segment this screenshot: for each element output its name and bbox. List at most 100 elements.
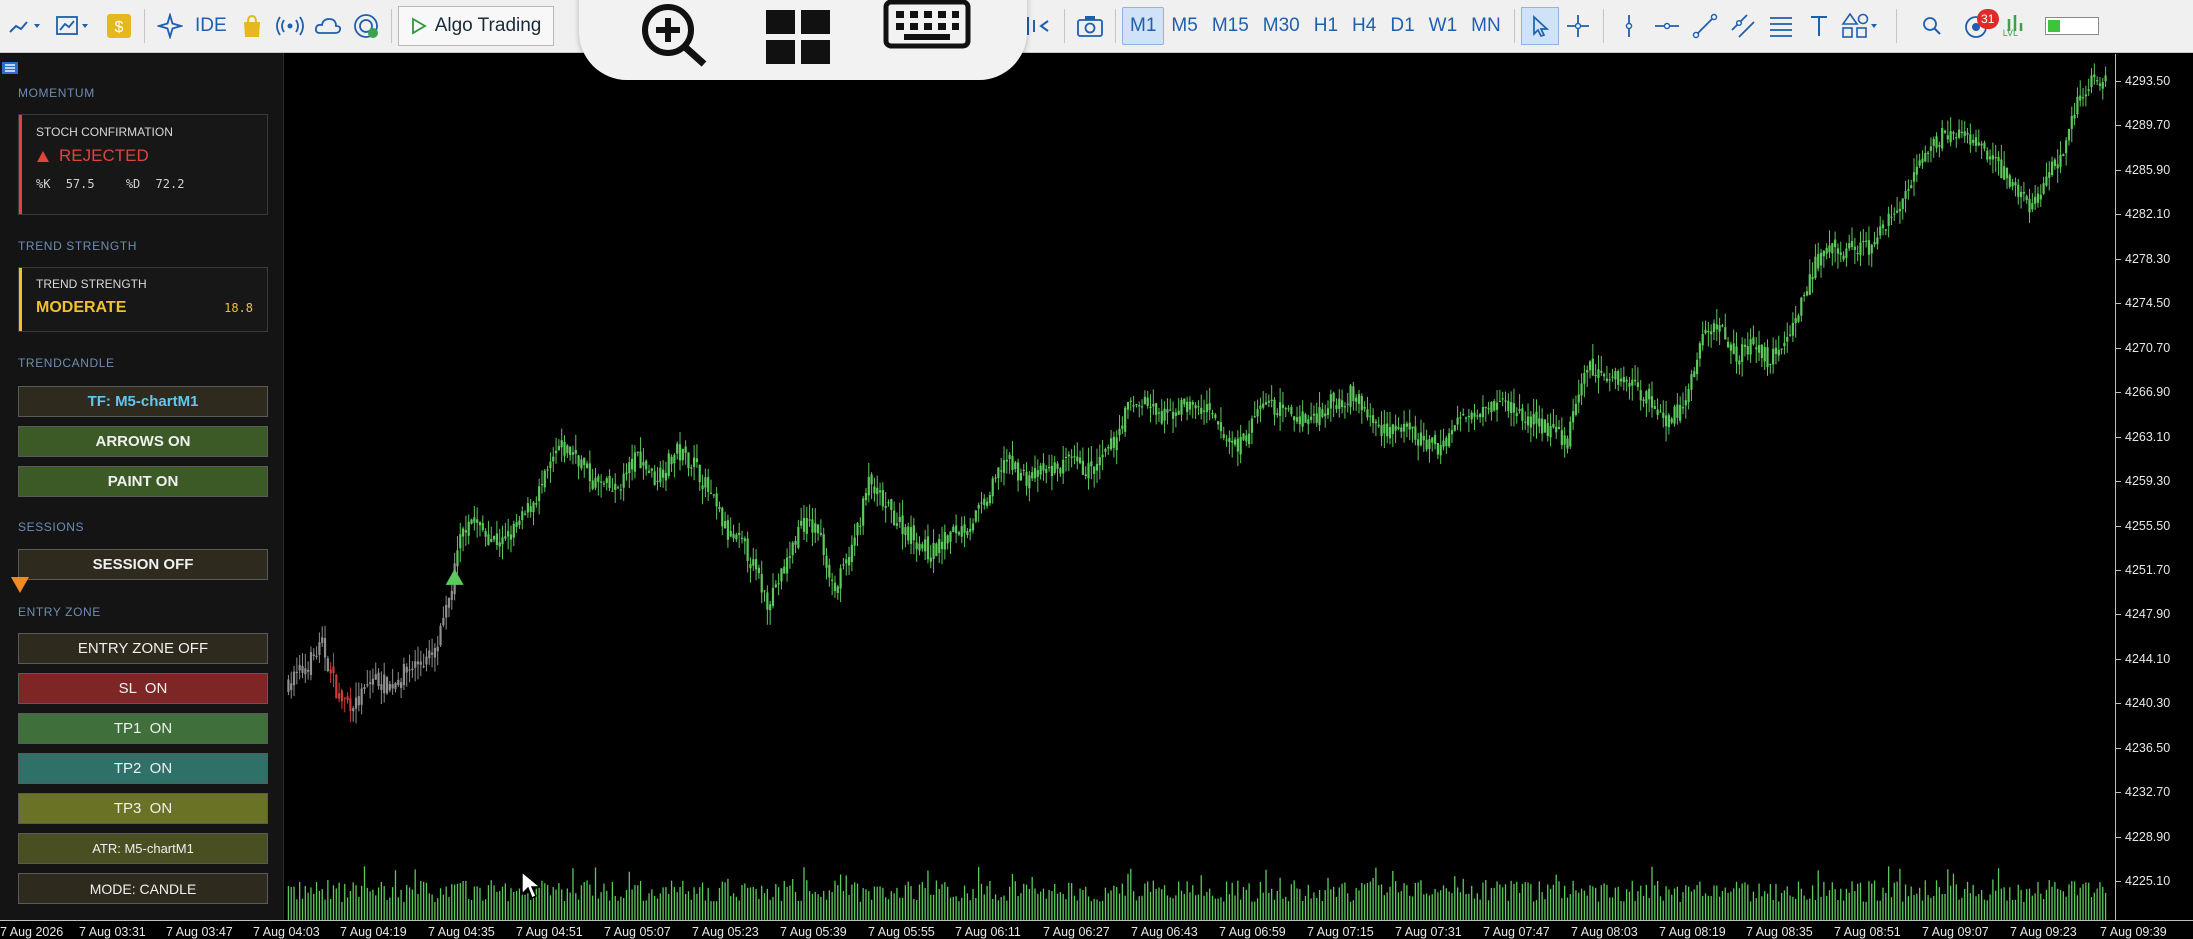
candle-body [774, 584, 777, 588]
shapes-dropdown-icon[interactable] [1838, 7, 1882, 45]
time-tick-label: 7 Aug 08:03 [1571, 925, 1638, 939]
candle-body [1149, 406, 1152, 409]
time-tick-label: 7 Aug 03:47 [166, 925, 233, 939]
candle-body [1881, 224, 1885, 229]
text-tool-icon[interactable] [1800, 7, 1838, 45]
candle-body [1121, 425, 1124, 429]
sparkle-icon[interactable] [151, 7, 189, 45]
candle-body [1870, 244, 1873, 254]
market-bag-icon[interactable] [233, 7, 271, 45]
candle-body [2067, 129, 2071, 141]
candle-body [1921, 158, 1924, 163]
candle-body [1405, 423, 1408, 427]
price-axis[interactable]: 4293.50 4289.70 4285.90 4282.10 4278.30 4274.… [2115, 54, 2193, 920]
candle-body [808, 519, 811, 521]
candle-body [1988, 156, 1992, 160]
time-axis[interactable]: 7 Aug 2026 7 Aug 03:31 7 Aug 03:47 7 Aug 04… [0, 920, 2193, 939]
candle-body [1673, 406, 1676, 424]
paint-toggle-button[interactable]: PAINT ON [18, 466, 268, 497]
candle-body [1803, 294, 1806, 297]
price-tick: 4289.70 [2116, 118, 2193, 141]
chart-template-dropdown-icon[interactable] [54, 7, 92, 45]
level-icon[interactable]: LVL [1999, 7, 2037, 45]
candle-body [1560, 430, 1563, 446]
candle-body [1924, 153, 1927, 162]
trendline-icon[interactable] [1686, 7, 1724, 45]
sl-toggle-button[interactable]: SL ON [18, 673, 268, 704]
candle-body [1183, 398, 1186, 405]
candle-body [1295, 417, 1299, 422]
candle-body [614, 483, 617, 490]
candle-body [1298, 416, 1301, 425]
candle-body [1036, 470, 1039, 477]
candle-body [785, 557, 789, 574]
tp1-toggle-button[interactable]: TP1 ON [18, 713, 268, 744]
timeframe-m5-button[interactable]: M5 [1164, 7, 1204, 45]
panel-menu-icon[interactable] [2, 59, 18, 78]
cursor-tool-icon[interactable] [1520, 7, 1559, 45]
ide-button[interactable]: IDE [189, 7, 233, 45]
candle-body [1177, 410, 1180, 415]
timeframe-m1-button[interactable]: M1 [1122, 7, 1165, 45]
candle-body [1436, 443, 1439, 455]
price-tick-mark [2116, 836, 2121, 838]
channel-icon[interactable] [1724, 7, 1762, 45]
candle-body [1112, 436, 1115, 448]
candle-body [1222, 434, 1225, 438]
timeframe-h4-button[interactable]: H4 [1345, 7, 1383, 45]
candle-body [1659, 411, 1662, 413]
crosshair-icon[interactable] [1559, 7, 1597, 45]
candle-body [1749, 339, 1752, 355]
arrows-toggle-button[interactable]: ARROWS ON [18, 426, 268, 457]
candle-body [904, 527, 907, 535]
candle-body [433, 647, 437, 658]
timeframe-w1-button[interactable]: W1 [1422, 7, 1465, 45]
mode-button[interactable]: MODE: CANDLE [18, 873, 268, 904]
horizontal-line-icon[interactable] [1648, 7, 1686, 45]
candle-body [1155, 403, 1158, 415]
timeframe-m30-button[interactable]: M30 [1256, 7, 1307, 45]
price-chart[interactable] [285, 54, 2115, 920]
line-chart-dropdown-icon[interactable] [6, 7, 44, 45]
tp3-toggle-button[interactable]: TP3 ON [18, 793, 268, 824]
tf-button[interactable]: TF: M5-chartM1 [18, 386, 268, 417]
candle-body [1569, 421, 1572, 447]
candle-body [1757, 345, 1761, 353]
candle-body [819, 532, 822, 535]
candle-body [1648, 388, 1651, 400]
tp2-toggle-button[interactable]: TP2 ON [18, 753, 268, 784]
price-tick-mark [2116, 525, 2121, 527]
candle-body [532, 502, 535, 513]
candle-body [1515, 413, 1518, 417]
algo-trading-button[interactable]: Algo Trading [397, 6, 555, 46]
vps-icon[interactable] [347, 7, 385, 45]
candle-body [2098, 83, 2102, 86]
session-toggle-button[interactable]: SESSION OFF [18, 549, 268, 580]
candle-body [1563, 435, 1566, 445]
dollar-icon[interactable]: $ [100, 7, 138, 45]
candle-body [1479, 413, 1482, 418]
timeframe-h1-button[interactable]: H1 [1307, 7, 1345, 45]
screenshot-icon[interactable] [1071, 7, 1109, 45]
cloud-icon[interactable] [309, 7, 347, 45]
candle-body [1901, 198, 1904, 210]
notifications-icon[interactable]: 31 [1957, 7, 1999, 45]
price-tick-label: 4263.10 [2125, 429, 2171, 444]
timeframe-mn-button[interactable]: MN [1464, 7, 1508, 45]
search-icon[interactable] [1913, 7, 1951, 45]
vertical-line-icon[interactable] [1610, 7, 1648, 45]
candle-body [2008, 175, 2011, 187]
candle-body [763, 590, 766, 592]
candle-body [1264, 402, 1268, 405]
entry-zone-toggle-button[interactable]: ENTRY ZONE OFF [18, 633, 268, 664]
candle-body [709, 492, 713, 494]
signals-icon[interactable] [271, 7, 309, 45]
fibonacci-icon[interactable] [1762, 7, 1800, 45]
candle-body [287, 679, 290, 692]
timeframe-m15-button[interactable]: M15 [1205, 7, 1256, 45]
candle-body [318, 642, 321, 655]
timeframe-d1-button[interactable]: D1 [1383, 7, 1421, 45]
atr-button[interactable]: ATR: M5-chartM1 [18, 833, 268, 864]
collapse-marker-icon[interactable] [10, 576, 30, 598]
candle-body [1797, 315, 1800, 322]
